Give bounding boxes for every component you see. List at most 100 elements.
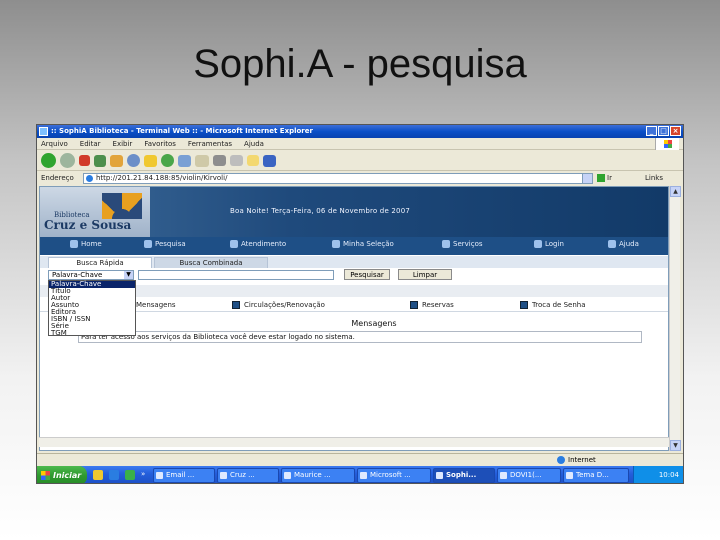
task-icon xyxy=(436,472,443,479)
password-icon xyxy=(520,301,528,309)
window-title: :: SophiA Biblioteca - Terminal Web :: -… xyxy=(51,127,313,135)
internet-zone-icon xyxy=(557,456,565,464)
page-icon xyxy=(86,175,93,182)
link-circulacoes-label: Circulações/Renovação xyxy=(244,301,325,309)
task-label: Email ... xyxy=(166,471,195,479)
link-mensagens[interactable]: Mensagens xyxy=(136,301,176,309)
logo-title: Cruz e Sousa xyxy=(44,218,132,232)
quicklaunch-ie-icon[interactable] xyxy=(109,470,119,480)
favorites-icon[interactable] xyxy=(144,154,157,167)
task-maurice[interactable]: Maurice ... xyxy=(281,468,355,483)
menu-ferramentas[interactable]: Ferramentas xyxy=(188,138,232,149)
horizontal-scrollbar[interactable] xyxy=(39,437,669,447)
task-microsoft[interactable]: Microsoft ... xyxy=(357,468,431,483)
tab-busca-combinada[interactable]: Busca Combinada xyxy=(154,257,268,268)
maximize-button[interactable]: □ xyxy=(658,126,669,136)
edit-icon[interactable] xyxy=(230,155,243,166)
task-label: Maurice ... xyxy=(294,471,331,479)
search-icon[interactable] xyxy=(127,154,140,167)
links-button[interactable]: Links xyxy=(645,172,663,185)
nav-minha-selecao[interactable]: Minha Seleção xyxy=(332,240,394,248)
dropdown-option[interactable]: TGM xyxy=(49,330,135,337)
task-tema[interactable]: Tema D... xyxy=(563,468,629,483)
task-label: Sophi... xyxy=(446,471,477,479)
clear-button[interactable]: Limpar xyxy=(398,269,452,280)
search-input[interactable] xyxy=(138,270,334,280)
minimize-button[interactable]: _ xyxy=(646,126,657,136)
task-icon xyxy=(156,472,163,479)
nav-home[interactable]: Home xyxy=(70,240,102,248)
nav-atendimento-label: Atendimento xyxy=(241,240,287,248)
windows-logo xyxy=(655,138,679,150)
link-reservas[interactable]: Reservas xyxy=(410,301,454,309)
menu-editar[interactable]: Editar xyxy=(80,138,101,149)
task-icon xyxy=(360,472,367,479)
scroll-down-icon[interactable]: ▼ xyxy=(670,440,681,451)
go-button[interactable]: Ir xyxy=(597,173,621,184)
search-icon xyxy=(144,240,152,248)
close-button[interactable]: × xyxy=(670,126,681,136)
browser-screenshot: :: SophiA Biblioteca - Terminal Web :: -… xyxy=(36,124,684,484)
nav-atendimento[interactable]: Atendimento xyxy=(230,240,286,248)
nav-ajuda[interactable]: Ajuda xyxy=(608,240,639,248)
chart-icon xyxy=(230,240,238,248)
quicklaunch-media-icon[interactable] xyxy=(125,470,135,480)
greeting-date: Boa Noite! Terça-Feira, 06 de Novembro d… xyxy=(230,207,410,215)
stop-icon[interactable] xyxy=(79,155,90,166)
status-zone-label: Internet xyxy=(568,456,596,464)
search-tabs: Busca Rápida Busca Combinada xyxy=(40,256,668,268)
menu-exibir[interactable]: Exibir xyxy=(113,138,133,149)
quicklaunch-expand-icon[interactable]: » xyxy=(141,470,145,478)
window-titlebar: :: SophiA Biblioteca - Terminal Web :: -… xyxy=(37,125,683,138)
link-circulacoes[interactable]: Circulações/Renovação xyxy=(232,301,325,309)
task-dovi[interactable]: DOVI1(... xyxy=(497,468,561,483)
folder-icon[interactable] xyxy=(247,155,259,166)
nav-login[interactable]: Login xyxy=(534,240,564,248)
go-arrow-icon xyxy=(597,174,605,182)
forward-icon[interactable] xyxy=(60,153,75,168)
address-dropdown-button[interactable] xyxy=(582,173,593,184)
menu-ajuda[interactable]: Ajuda xyxy=(244,138,264,149)
search-field-value: Palavra-Chave xyxy=(52,271,103,279)
address-input[interactable]: http://201.21.84.188:85/violin/Kirvoli/ xyxy=(83,173,593,184)
library-logo: Biblioteca Cruz e Sousa xyxy=(40,187,150,237)
task-email[interactable]: Email ... xyxy=(153,468,215,483)
clock: 10:04 xyxy=(658,471,679,479)
nav-pesquisa[interactable]: Pesquisa xyxy=(144,240,186,248)
home-icon xyxy=(70,240,78,248)
task-cruz[interactable]: Cruz ... xyxy=(217,468,279,483)
reservation-icon xyxy=(410,301,418,309)
slide-title: Sophi.A - pesquisa xyxy=(193,42,527,86)
menu-favoritos[interactable]: Favoritos xyxy=(144,138,176,149)
mail-icon[interactable] xyxy=(195,154,209,167)
quicklaunch-folder-icon[interactable] xyxy=(93,470,103,480)
message-text: Para ter acesso aos serviços da Bibliote… xyxy=(78,331,642,343)
search-field-dropdown: Palavra-Chave Título Autor Assunto Edito… xyxy=(48,280,136,337)
site-nav: Home Pesquisa Atendimento Minha Seleção … xyxy=(40,237,668,255)
task-label: Tema D... xyxy=(576,471,609,479)
scroll-up-icon[interactable]: ▲ xyxy=(670,186,681,197)
task-label: DOVI1(... xyxy=(510,471,542,479)
link-troca-senha-label: Troca de Senha xyxy=(532,301,586,309)
refresh-icon[interactable] xyxy=(94,154,106,167)
search-field-select[interactable]: Palavra-Chave ▼ xyxy=(48,270,134,280)
task-label: Microsoft ... xyxy=(370,471,411,479)
vertical-scrollbar[interactable]: ▲ ▼ xyxy=(669,186,681,451)
messenger-icon[interactable] xyxy=(263,154,276,167)
history-icon[interactable] xyxy=(178,154,191,167)
link-troca-senha[interactable]: Troca de Senha xyxy=(520,301,586,309)
task-sophia[interactable]: Sophi... xyxy=(433,468,495,483)
start-button[interactable]: Iniciar xyxy=(37,466,87,483)
home-icon[interactable] xyxy=(110,154,123,167)
site-banner: Biblioteca Cruz e Sousa Boa Noite! Terça… xyxy=(40,187,668,237)
nav-servicos[interactable]: Serviços xyxy=(442,240,483,248)
address-bar: Endereço http://201.21.84.188:85/violin/… xyxy=(37,172,683,185)
search-button[interactable]: Pesquisar xyxy=(344,269,390,280)
menu-arquivo[interactable]: Arquivo xyxy=(41,138,68,149)
back-icon[interactable] xyxy=(41,153,56,168)
print-icon[interactable] xyxy=(213,155,226,166)
media-icon[interactable] xyxy=(161,154,174,167)
logo-sunburst-icon xyxy=(102,193,142,219)
windows-flag-icon xyxy=(664,140,672,148)
tab-busca-rapida[interactable]: Busca Rápida xyxy=(48,257,152,268)
